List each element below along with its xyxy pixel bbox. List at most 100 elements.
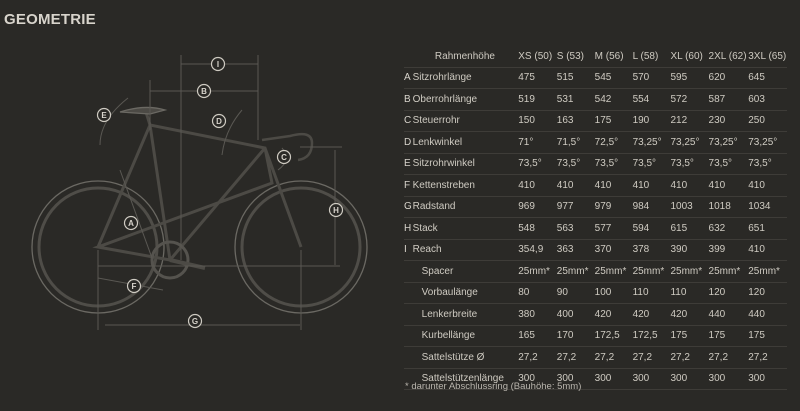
table-cell: 969 <box>517 196 556 218</box>
table-cell: 71° <box>517 131 556 154</box>
table-cell: 570 <box>631 67 670 89</box>
table-cell: 175 <box>669 325 708 347</box>
row-label: Sitzrohrlänge <box>412 67 518 89</box>
table-cell: 172,5 <box>593 325 632 347</box>
table-cell: 73,25° <box>747 131 787 154</box>
table-cell: 399 <box>707 239 748 261</box>
row-label: Vorbaulänge <box>412 282 518 304</box>
table-cell: 73,25° <box>631 131 670 154</box>
table-row: D Lenkwinkel 71° 71,5° 72,5° 73,25° 73,25° 73,2… <box>404 131 787 154</box>
dim-label-a: A <box>128 219 134 228</box>
table-cell: 100 <box>593 282 632 304</box>
table-cell: 354,9 <box>517 239 556 261</box>
table-cell: 73,25° <box>707 131 748 154</box>
row-letter: B <box>404 88 413 111</box>
table-cell: 27,2 <box>517 346 556 369</box>
table-row: I Reach 354,9 363 370 378 390 399 410 <box>404 239 787 261</box>
table-cell: 27,2 <box>747 346 787 369</box>
table-cell: 73,5° <box>669 153 708 175</box>
row-letter: C <box>404 110 413 132</box>
table-cell: 27,2 <box>631 346 670 369</box>
table-cell: 25mm* <box>747 260 787 283</box>
row-label: Sitzrohrwinkel <box>412 153 518 175</box>
table-cell: 410 <box>593 174 632 197</box>
dim-label-f: F <box>132 282 137 291</box>
table-row: G Radstand 969 977 979 984 1003 1018 1034 <box>404 196 787 218</box>
table-cell: 90 <box>555 282 594 304</box>
table-cell: 165 <box>517 325 556 347</box>
table-cell: 172,5 <box>631 325 670 347</box>
table-cell: 170 <box>555 325 594 347</box>
table-cell: 595 <box>669 67 708 89</box>
column-header-frame-size: Rahmenhöhe <box>412 46 518 68</box>
dim-label-i: I <box>217 60 219 69</box>
table-cell: 620 <box>707 67 748 89</box>
table-cell: 594 <box>631 217 670 240</box>
page-title: GEOMETRIE <box>4 11 96 28</box>
table-cell: 979 <box>593 196 632 218</box>
row-letter <box>404 282 413 304</box>
table-cell: 27,2 <box>593 346 632 369</box>
row-label: Radstand <box>412 196 518 218</box>
table-cell: 420 <box>631 303 670 326</box>
table-cell: 212 <box>669 110 708 132</box>
table-cell: 73,5° <box>593 153 632 175</box>
table-cell: 73,25° <box>669 131 708 154</box>
table-row: Kurbellänge 165 170 172,5 172,5 175 175 175 <box>404 325 787 347</box>
table-cell: 548 <box>517 217 556 240</box>
table-row: A Sitzrohrlänge 475 515 545 570 595 620 645 <box>404 67 787 89</box>
table-cell: 475 <box>517 67 556 89</box>
row-letter: E <box>404 153 413 175</box>
row-letter <box>404 325 413 347</box>
row-label: Steuerrohr <box>412 110 518 132</box>
row-label: Lenkwinkel <box>412 131 518 154</box>
table-cell: 73,5° <box>517 153 556 175</box>
column-header-size: XL (60) <box>669 46 708 68</box>
column-header-size: 2XL (62) <box>707 46 748 68</box>
row-letter <box>404 260 413 283</box>
table-cell: 1003 <box>669 196 708 218</box>
dim-label-b: B <box>201 87 207 96</box>
geometry-table: Rahmenhöhe XS (50) S (53) M (56) L (58) … <box>404 46 787 390</box>
dim-label-c: C <box>281 153 287 162</box>
row-label: Lenkerbreite <box>412 303 518 326</box>
table-cell: 120 <box>747 282 787 304</box>
table-cell: 542 <box>593 88 632 111</box>
row-label: Oberrohrlänge <box>412 88 518 111</box>
table-cell: 378 <box>631 239 670 261</box>
row-label: Spacer <box>412 260 518 283</box>
table-cell: 190 <box>631 110 670 132</box>
table-row: Lenkerbreite 380 400 420 420 420 440 440 <box>404 303 787 326</box>
table-cell: 1018 <box>707 196 748 218</box>
table-cell: 977 <box>555 196 594 218</box>
table-cell: 73,5° <box>631 153 670 175</box>
table-cell: 300 <box>747 368 787 390</box>
table-cell: 984 <box>631 196 670 218</box>
table-cell: 25mm* <box>669 260 708 283</box>
table-cell: 175 <box>747 325 787 347</box>
table-cell: 80 <box>517 282 556 304</box>
row-label: Kettenstreben <box>412 174 518 197</box>
table-cell: 300 <box>631 368 670 390</box>
dim-label-e: E <box>101 111 107 120</box>
table-cell: 25mm* <box>707 260 748 283</box>
row-letter: A <box>404 67 413 89</box>
table-cell: 603 <box>747 88 787 111</box>
table-cell: 410 <box>631 174 670 197</box>
table-cell: 230 <box>707 110 748 132</box>
row-letter: H <box>404 217 413 240</box>
row-letter: F <box>404 174 413 197</box>
table-cell: 545 <box>593 67 632 89</box>
table-cell: 380 <box>517 303 556 326</box>
table-cell: 27,2 <box>555 346 594 369</box>
table-cell: 110 <box>631 282 670 304</box>
table-cell: 651 <box>747 217 787 240</box>
table-cell: 420 <box>669 303 708 326</box>
column-header-size: XS (50) <box>517 46 556 68</box>
table-cell: 110 <box>669 282 708 304</box>
table-cell: 163 <box>555 110 594 132</box>
table-cell: 577 <box>593 217 632 240</box>
table-cell: 25mm* <box>517 260 556 283</box>
table-row: E Sitzrohrwinkel 73,5° 73,5° 73,5° 73,5° 73,5°… <box>404 153 787 175</box>
table-cell: 587 <box>707 88 748 111</box>
